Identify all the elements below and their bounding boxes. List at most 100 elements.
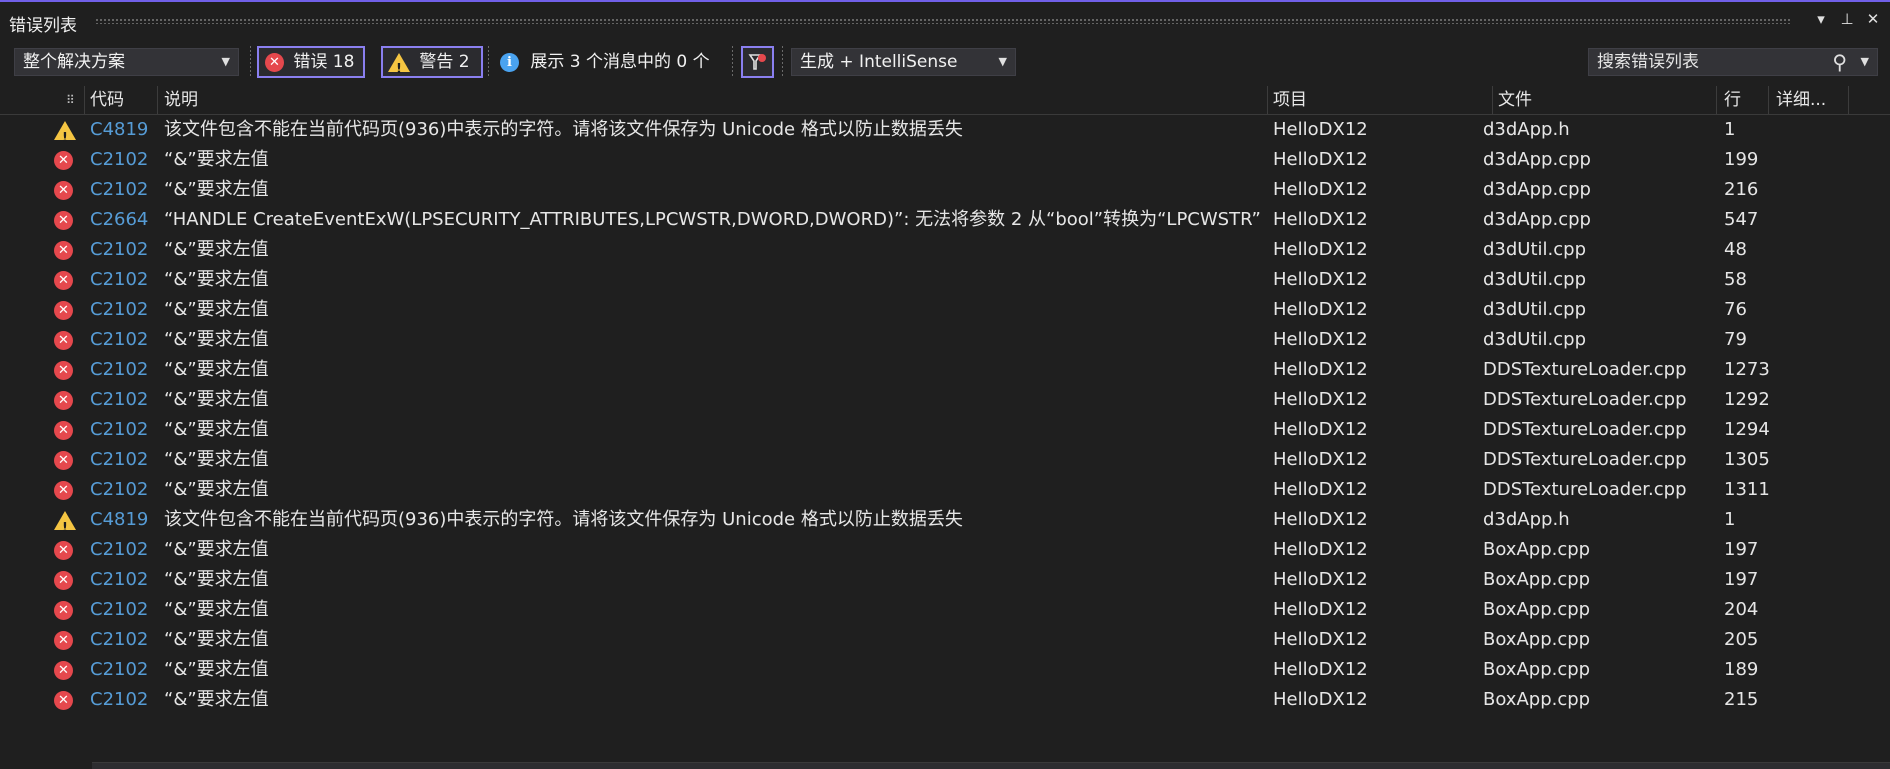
error-code-link[interactable]: C2102: [90, 385, 148, 415]
error-icon: ✕: [54, 355, 73, 385]
error-project: HelloDX12: [1273, 269, 1368, 290]
build-filter-dropdown[interactable]: 生成 + IntelliSense ▼: [791, 48, 1016, 76]
column-chooser-icon[interactable]: ⠿: [66, 86, 75, 114]
error-description: “&”要求左值: [164, 269, 269, 290]
column-divider[interactable]: [1768, 86, 1769, 114]
column-header-detail[interactable]: 详细...: [1776, 86, 1826, 114]
error-line: 1292: [1724, 389, 1770, 410]
error-code-link[interactable]: C2102: [90, 625, 148, 655]
table-row[interactable]: ✕ C2102 “&”要求左值 HelloDX12 BoxApp.cpp 189: [0, 655, 1890, 685]
messages-filter-button[interactable]: i 展示 3 个消息中的 0 个: [500, 46, 710, 78]
info-icon: i: [500, 52, 519, 72]
error-icon: ✕: [54, 145, 73, 175]
scope-dropdown[interactable]: 整个解决方案 ▼: [14, 48, 239, 76]
column-divider[interactable]: [1267, 86, 1268, 114]
column-divider[interactable]: [157, 86, 158, 114]
error-code-link[interactable]: C2102: [90, 535, 148, 565]
error-code-link[interactable]: C2102: [90, 325, 148, 355]
error-code-link[interactable]: C2102: [90, 685, 148, 715]
error-line: 79: [1724, 329, 1747, 350]
table-row[interactable]: ✕ C2102 “&”要求左值 HelloDX12 BoxApp.cpp 197: [0, 565, 1890, 595]
column-header-file[interactable]: 文件: [1498, 86, 1532, 114]
error-code-link[interactable]: C2102: [90, 265, 148, 295]
column-header-line[interactable]: 行: [1724, 86, 1741, 114]
error-code-link[interactable]: C2102: [90, 415, 148, 445]
error-icon: ✕: [54, 415, 73, 445]
error-description: “&”要求左值: [164, 329, 269, 350]
toolbar-separator: [732, 46, 733, 78]
error-description: “&”要求左值: [164, 599, 269, 620]
error-file: d3dUtil.cpp: [1483, 299, 1587, 320]
error-code-link[interactable]: C2102: [90, 235, 148, 265]
table-row[interactable]: ✕ C2102 “&”要求左值 HelloDX12 d3dUtil.cpp 79: [0, 325, 1890, 355]
warning-icon: [54, 505, 76, 544]
table-row[interactable]: ✕ C2102 “&”要求左值 HelloDX12 DDSTextureLoader.c…: [0, 415, 1890, 445]
column-divider[interactable]: [1848, 86, 1849, 114]
error-line: 58: [1724, 269, 1747, 290]
search-icon[interactable]: ⚲: [1832, 49, 1847, 75]
window-position-dropdown-icon[interactable]: ▾: [1810, 8, 1832, 30]
error-code-link[interactable]: C2102: [90, 445, 148, 475]
error-code-link[interactable]: C4819: [90, 115, 148, 145]
error-code-link[interactable]: C2664: [90, 205, 148, 235]
table-row[interactable]: ✕ C2102 “&”要求左值 HelloDX12 BoxApp.cpp 197: [0, 535, 1890, 565]
error-icon: ✕: [54, 325, 73, 355]
table-row[interactable]: ✕ C2664 “HANDLE CreateEventExW(LPSECURITY_…: [0, 205, 1890, 235]
clear-filter-button[interactable]: [741, 46, 774, 78]
table-row[interactable]: C4819 该文件包含不能在当前代码页(936)中表示的字符。请将该文件保存为 U…: [0, 505, 1890, 544]
table-row[interactable]: ✕ C2102 “&”要求左值 HelloDX12 d3dApp.cpp 199: [0, 145, 1890, 175]
table-row[interactable]: C4819 该文件包含不能在当前代码页(936)中表示的字符。请将该文件保存为 U…: [0, 115, 1890, 154]
column-divider[interactable]: [1492, 86, 1493, 114]
table-row[interactable]: ✕ C2102 “&”要求左值 HelloDX12 DDSTextureLoader.c…: [0, 355, 1890, 385]
table-row[interactable]: ✕ C2102 “&”要求左值 HelloDX12 BoxApp.cpp 215: [0, 685, 1890, 715]
error-project: HelloDX12: [1273, 179, 1368, 200]
errors-filter-button[interactable]: ✕ 错误 18: [257, 46, 365, 78]
error-project: HelloDX12: [1273, 119, 1368, 140]
column-header-project[interactable]: 项目: [1273, 86, 1307, 114]
error-file: BoxApp.cpp: [1483, 569, 1591, 590]
error-code-link[interactable]: C2102: [90, 355, 148, 385]
table-row[interactable]: ✕ C2102 “&”要求左值 HelloDX12 DDSTextureLoader.c…: [0, 385, 1890, 415]
error-code-link[interactable]: C2102: [90, 295, 148, 325]
error-description: “&”要求左值: [164, 419, 269, 440]
search-input[interactable]: 搜索错误列表 ⚲ ▼: [1588, 48, 1878, 76]
panel-titlebar: 错误列表 ▾ ⊥ ✕: [0, 0, 1890, 36]
title-grip[interactable]: [95, 18, 1790, 24]
error-file: d3dApp.cpp: [1483, 149, 1591, 170]
error-file: DDSTextureLoader.cpp: [1483, 389, 1687, 410]
table-row[interactable]: ✕ C2102 “&”要求左值 HelloDX12 d3dApp.cpp 216: [0, 175, 1890, 205]
column-header-description[interactable]: 说明: [164, 86, 198, 114]
table-row[interactable]: ✕ C2102 “&”要求左值 HelloDX12 d3dUtil.cpp 48: [0, 235, 1890, 265]
error-file: BoxApp.cpp: [1483, 539, 1591, 560]
error-code-link[interactable]: C2102: [90, 145, 148, 175]
error-file: d3dUtil.cpp: [1483, 269, 1587, 290]
table-row[interactable]: ✕ C2102 “&”要求左值 HelloDX12 DDSTextureLoader.c…: [0, 445, 1890, 475]
error-code-link[interactable]: C2102: [90, 565, 148, 595]
messages-filter-label: 展示 3 个消息中的 0 个: [530, 52, 710, 72]
error-code-link[interactable]: C2102: [90, 475, 148, 505]
error-file: d3dApp.cpp: [1483, 179, 1591, 200]
column-divider[interactable]: [84, 86, 85, 114]
pin-icon[interactable]: ⊥: [1836, 8, 1858, 30]
search-options-chevron-icon[interactable]: ▼: [1861, 49, 1869, 75]
error-code-link[interactable]: C2102: [90, 655, 148, 685]
column-divider[interactable]: [1716, 86, 1717, 114]
table-row[interactable]: ✕ C2102 “&”要求左值 HelloDX12 DDSTextureLoader.c…: [0, 475, 1890, 505]
error-project: HelloDX12: [1273, 149, 1368, 170]
error-code-link[interactable]: C4819: [90, 505, 148, 535]
table-row[interactable]: ✕ C2102 “&”要求左值 HelloDX12 BoxApp.cpp 204: [0, 595, 1890, 625]
error-icon: ✕: [54, 385, 73, 415]
table-row[interactable]: ✕ C2102 “&”要求左值 HelloDX12 d3dUtil.cpp 76: [0, 295, 1890, 325]
table-row[interactable]: ✕ C2102 “&”要求左值 HelloDX12 d3dUtil.cpp 58: [0, 265, 1890, 295]
error-code-link[interactable]: C2102: [90, 175, 148, 205]
toolbar-separator: [488, 46, 489, 78]
error-project: HelloDX12: [1273, 569, 1368, 590]
column-header-code[interactable]: 代码: [90, 86, 124, 114]
table-row[interactable]: ✕ C2102 “&”要求左值 HelloDX12 BoxApp.cpp 205: [0, 625, 1890, 655]
error-description: “&”要求左值: [164, 689, 269, 710]
close-icon[interactable]: ✕: [1862, 8, 1884, 30]
error-line: 205: [1724, 629, 1759, 650]
warnings-filter-button[interactable]: 警告 2: [381, 46, 483, 84]
error-code-link[interactable]: C2102: [90, 595, 148, 625]
error-project: HelloDX12: [1273, 209, 1368, 230]
